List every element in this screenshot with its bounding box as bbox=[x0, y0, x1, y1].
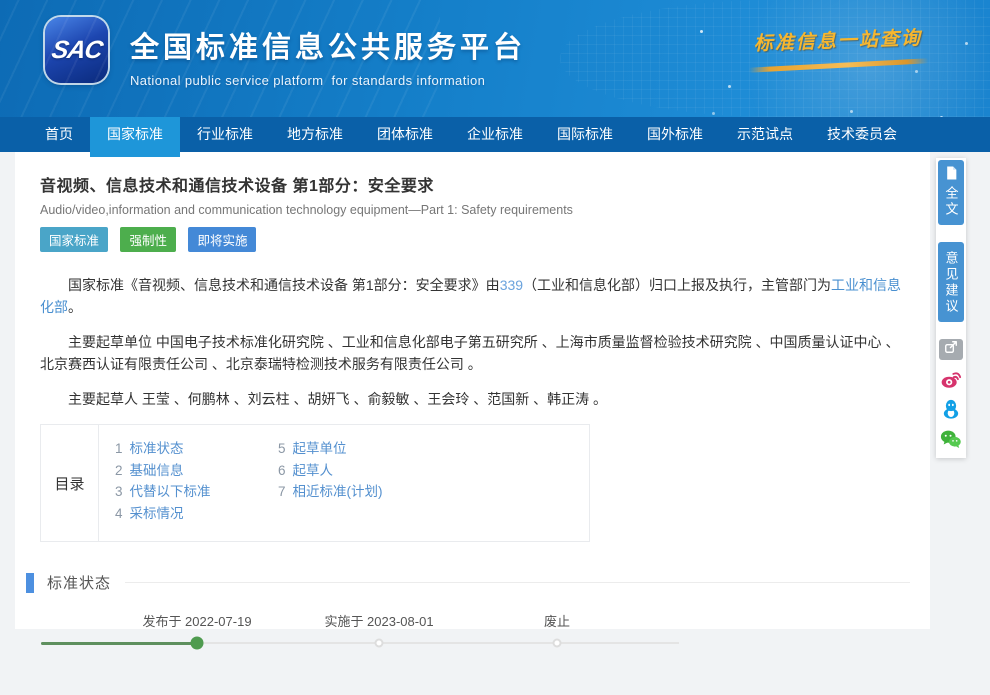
main-nav: 首页 国家标准 行业标准 地方标准 团体标准 企业标准 国际标准 国外标准 示范… bbox=[0, 117, 990, 152]
qq-icon bbox=[940, 398, 962, 420]
site-title-cn: 全国标准信息公共服务平台 bbox=[130, 24, 526, 66]
tag-mandatory: 强制性 bbox=[120, 227, 176, 252]
standard-detail-card: 音视频、信息技术和通信技术设备 第1部分：安全要求 Audio/video,in… bbox=[15, 152, 930, 629]
toc-column-2: 5 起草单位 6 起草人 7 相近标准(计划) bbox=[278, 438, 383, 528]
timeline-dot-abolished bbox=[553, 639, 562, 648]
feedback-button[interactable]: 意见建议 bbox=[938, 242, 964, 322]
toc-num: 7 bbox=[278, 484, 286, 499]
feedback-label: 意见建议 bbox=[942, 251, 961, 315]
standard-tags: 国家标准 强制性 即将实施 bbox=[40, 227, 905, 252]
status-section-title: 标准状态 bbox=[47, 572, 111, 593]
toc-link: 基础信息 bbox=[130, 463, 184, 478]
toc-link: 标准状态 bbox=[130, 441, 184, 456]
share-icon bbox=[944, 340, 958, 359]
toc-column-1: 1 标准状态 2 基础信息 3 代替以下标准 4 采标情况 bbox=[115, 438, 278, 528]
slogan-underline bbox=[749, 58, 929, 72]
paragraph-authority-mid: （工业和信息化部）归口上报及执行，主管部门为 bbox=[523, 277, 831, 293]
timeline-label-implemented: 实施于 2023-08-01 bbox=[324, 611, 433, 630]
standard-title-en: Audio/video,information and communicatio… bbox=[40, 203, 905, 217]
document-icon bbox=[945, 166, 958, 183]
weibo-share-button[interactable] bbox=[940, 368, 962, 390]
toc-link: 起草人 bbox=[293, 463, 334, 478]
paragraph-drafting-units: 主要起草单位 中国电子技术标准化研究院 、工业和信息化部电子第五研究所 、上海市… bbox=[40, 331, 905, 375]
paragraph-authority-suffix: 。 bbox=[68, 299, 82, 315]
wechat-icon bbox=[940, 428, 962, 450]
toc-link: 代替以下标准 bbox=[130, 484, 211, 499]
toc-num: 4 bbox=[115, 506, 123, 521]
qq-share-button[interactable] bbox=[940, 398, 962, 420]
toc-item-drafters[interactable]: 6 起草人 bbox=[278, 460, 383, 482]
timeline-progress bbox=[41, 642, 198, 645]
nav-item-local-standards[interactable]: 地方标准 bbox=[270, 117, 360, 152]
timeline-dot-published bbox=[191, 637, 204, 650]
site-header: SAC 全国标准信息公共服务平台 National public service… bbox=[0, 0, 990, 117]
section-divider-line bbox=[125, 582, 910, 583]
toc-item-adoption-status[interactable]: 4 采标情况 bbox=[115, 503, 278, 525]
toc-num: 6 bbox=[278, 463, 286, 478]
toc-body: 1 标准状态 2 基础信息 3 代替以下标准 4 采标情况 5 起草单位 6 起草人 7 相近… bbox=[99, 425, 589, 541]
site-title-block: 全国标准信息公共服务平台 National public service pla… bbox=[130, 24, 526, 88]
timeline-label-abolished: 废止 bbox=[544, 611, 570, 630]
header-slogan: 标准信息一站查询 bbox=[747, 23, 928, 71]
nav-item-technical-committee[interactable]: 技术委员会 bbox=[810, 117, 914, 152]
site-title-en: National public service platform for sta… bbox=[130, 73, 526, 88]
toc-item-standard-status[interactable]: 1 标准状态 bbox=[115, 438, 278, 460]
table-of-contents: 目录 1 标准状态 2 基础信息 3 代替以下标准 4 采标情况 5 起草单位 bbox=[40, 424, 590, 542]
sac-logo-text: SAC bbox=[49, 36, 104, 65]
toc-num: 1 bbox=[115, 441, 123, 456]
tag-upcoming-implementation: 即将实施 bbox=[188, 227, 256, 252]
paragraph-authority-text: 国家标准《音视频、信息技术和通信技术设备 第1部分：安全要求》由 bbox=[68, 277, 500, 293]
toc-item-drafting-units[interactable]: 5 起草单位 bbox=[278, 438, 383, 460]
section-marker bbox=[26, 573, 34, 593]
slogan-text: 标准信息一站查询 bbox=[747, 23, 928, 56]
nav-item-home[interactable]: 首页 bbox=[28, 117, 90, 152]
toc-label: 目录 bbox=[41, 425, 99, 541]
toc-item-similar-standards[interactable]: 7 相近标准(计划) bbox=[278, 481, 383, 503]
toc-num: 3 bbox=[115, 484, 123, 499]
nav-item-group-standards[interactable]: 团体标准 bbox=[360, 117, 450, 152]
standard-description: 国家标准《音视频、信息技术和通信技术设备 第1部分：安全要求》由339（工业和信… bbox=[40, 274, 905, 410]
fulltext-label: 全文 bbox=[942, 186, 961, 218]
wechat-share-button[interactable] bbox=[940, 428, 962, 450]
share-button[interactable] bbox=[939, 339, 963, 360]
timeline-label-published: 发布于 2022-07-19 bbox=[142, 611, 251, 630]
nav-item-international-standards[interactable]: 国际标准 bbox=[540, 117, 630, 152]
paragraph-authority: 国家标准《音视频、信息技术和通信技术设备 第1部分：安全要求》由339（工业和信… bbox=[40, 274, 905, 318]
status-timeline: 发布于 2022-07-19 实施于 2023-08-01 废止 bbox=[40, 595, 905, 695]
sac-logo[interactable]: SAC bbox=[45, 17, 108, 83]
nav-item-demonstration-pilot[interactable]: 示范试点 bbox=[720, 117, 810, 152]
toc-item-basic-info[interactable]: 2 基础信息 bbox=[115, 460, 278, 482]
nav-item-national-standards[interactable]: 国家标准 bbox=[90, 117, 180, 157]
standard-title-cn: 音视频、信息技术和通信技术设备 第1部分：安全要求 bbox=[40, 172, 905, 196]
nav-item-foreign-standards[interactable]: 国外标准 bbox=[630, 117, 720, 152]
paragraph-drafters: 主要起草人 王莹 、何鹏林 、刘云柱 、胡妍飞 、俞毅敏 、王会玲 、范国新 、… bbox=[40, 388, 905, 410]
nav-item-enterprise-standards[interactable]: 企业标准 bbox=[450, 117, 540, 152]
floating-toolbar: 全文 意见建议 bbox=[936, 158, 966, 458]
timeline-dot-implemented bbox=[375, 639, 384, 648]
fulltext-button[interactable]: 全文 bbox=[938, 160, 964, 225]
toc-num: 2 bbox=[115, 463, 123, 478]
page-background: 音视频、信息技术和通信技术设备 第1部分：安全要求 Audio/video,in… bbox=[0, 152, 990, 629]
header-decoration-dots bbox=[700, 30, 703, 33]
toc-link: 采标情况 bbox=[130, 506, 184, 521]
toc-link: 相近标准(计划) bbox=[293, 484, 383, 499]
toc-link: 起草单位 bbox=[293, 441, 347, 456]
status-section-header: 标准状态 bbox=[26, 572, 905, 593]
toc-item-replaced-standards[interactable]: 3 代替以下标准 bbox=[115, 481, 278, 503]
weibo-icon bbox=[940, 368, 962, 390]
link-339[interactable]: 339 bbox=[500, 277, 523, 293]
tag-national-standard: 国家标准 bbox=[40, 227, 108, 252]
nav-item-industry-standards[interactable]: 行业标准 bbox=[180, 117, 270, 152]
toc-num: 5 bbox=[278, 441, 286, 456]
